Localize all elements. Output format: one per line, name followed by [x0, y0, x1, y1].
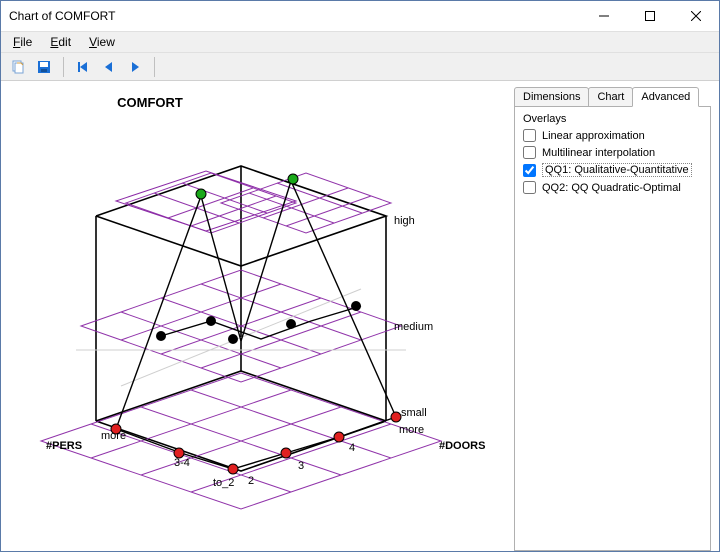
tabstrip: Dimensions Chart Advanced	[514, 85, 711, 107]
x-axis-label: #DOORS	[439, 440, 485, 452]
tab-dimensions[interactable]: Dimensions	[514, 87, 589, 107]
toolbar-separator-2	[154, 57, 155, 77]
overlay-linear-checkbox[interactable]	[523, 129, 536, 142]
x-tick-4: 4	[349, 442, 355, 454]
overlays-group-title: Overlays	[523, 113, 702, 125]
y-axis-label: #PERS	[46, 440, 82, 452]
overlay-qq1-checkbox[interactable]	[523, 164, 536, 177]
nav-next-button[interactable]	[124, 56, 146, 78]
chart-canvas[interactable]: COMFORT	[1, 81, 514, 551]
x-tick-3: 3	[298, 460, 304, 472]
z-label-high: high	[394, 215, 415, 227]
close-button[interactable]	[673, 1, 719, 31]
x-tick-more: more	[399, 424, 424, 436]
overlay-linear-label[interactable]: Linear approximation	[542, 130, 645, 142]
menu-view[interactable]: View	[89, 35, 115, 49]
tab-advanced[interactable]: Advanced	[632, 87, 699, 107]
nav-first-button[interactable]	[72, 56, 94, 78]
chart-svg: high medium small #PERS #DOORS more 3-4 …	[1, 81, 514, 551]
right-panel: Dimensions Chart Advanced Overlays Linea…	[514, 81, 719, 551]
titlebar: Chart of COMFORT	[1, 1, 719, 31]
tab-chart[interactable]: Chart	[588, 87, 633, 107]
z-label-medium: medium	[394, 321, 433, 333]
toolbar-separator	[63, 57, 64, 77]
save-button[interactable]	[33, 56, 55, 78]
overlay-multilinear-label[interactable]: Multilinear interpolation	[542, 147, 655, 159]
maximize-button[interactable]	[627, 1, 673, 31]
z-label-small: small	[401, 407, 427, 419]
x-tick-2: 2	[248, 475, 254, 487]
menu-edit[interactable]: Edit	[50, 35, 71, 49]
nav-prev-button[interactable]	[98, 56, 120, 78]
overlay-qq1-label[interactable]: QQ1: Qualitative-Quantitative	[542, 163, 692, 177]
overlay-multilinear-checkbox[interactable]	[523, 146, 536, 159]
overlay-qq2-checkbox[interactable]	[523, 181, 536, 194]
tab-page-advanced: Overlays Linear approximation Multilinea…	[514, 106, 711, 551]
menubar: File Edit View	[1, 31, 719, 53]
client-area: COMFORT	[1, 81, 719, 551]
y-tick-more: more	[101, 430, 126, 442]
copy-button[interactable]	[7, 56, 29, 78]
toolbar	[1, 53, 719, 81]
menu-file[interactable]: File	[13, 35, 32, 49]
minimize-button[interactable]	[581, 1, 627, 31]
overlay-qq2-label[interactable]: QQ2: QQ Quadratic-Optimal	[542, 182, 681, 194]
app-window: Chart of COMFORT File Edit View	[0, 0, 720, 552]
y-tick-to2: to_2	[213, 477, 234, 489]
y-tick-34: 3-4	[174, 457, 190, 469]
window-title: Chart of COMFORT	[9, 9, 581, 23]
